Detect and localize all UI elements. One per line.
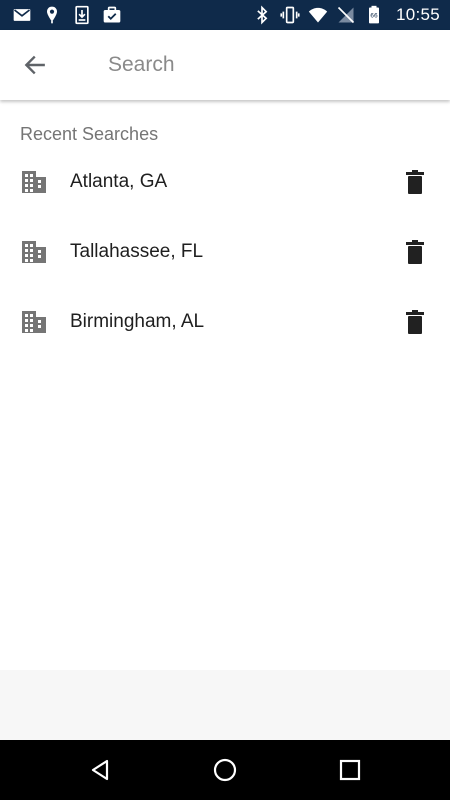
status-bar: 66 10:55 [0, 0, 450, 30]
arrow-back-icon [24, 55, 45, 75]
vibrate-icon [280, 6, 300, 24]
bottom-spacer [0, 670, 450, 740]
building-icon [22, 171, 46, 193]
delete-search-button[interactable] [400, 168, 430, 196]
main-content: Recent Searches Atlanta, GA Tallahassee,… [0, 100, 450, 670]
nav-recents-button[interactable] [334, 754, 366, 786]
recent-searches-title: Recent Searches [20, 124, 159, 144]
recent-search-label: Tallahassee, FL [70, 241, 204, 262]
recent-search-item[interactable]: Tallahassee, FL [0, 217, 450, 287]
back-triangle-icon [91, 759, 109, 781]
svg-text:66: 66 [370, 14, 378, 20]
briefcase-check-icon [103, 6, 121, 23]
status-time: 10:55 [395, 5, 440, 24]
location-pin-icon [47, 6, 57, 24]
search-input[interactable] [108, 48, 408, 82]
trash-icon [406, 170, 424, 194]
wifi-icon [308, 7, 328, 23]
status-bar-notifications [12, 4, 122, 26]
gmail-icon [13, 9, 31, 21]
trash-icon [406, 240, 424, 264]
building-icon [22, 241, 46, 263]
recents-square-icon [339, 759, 361, 781]
recent-search-item[interactable]: Atlanta, GA [0, 147, 450, 217]
back-button[interactable] [16, 46, 54, 84]
search-app-bar [0, 30, 450, 100]
delete-search-button[interactable] [400, 238, 430, 266]
recent-search-label: Birmingham, AL [70, 311, 205, 332]
home-circle-icon [213, 758, 237, 782]
battery-icon: 66 [368, 5, 379, 24]
trash-icon [406, 310, 424, 334]
delete-search-button[interactable] [400, 308, 430, 336]
recent-search-item[interactable]: Birmingham, AL [0, 287, 450, 357]
bluetooth-icon [257, 5, 268, 25]
download-icon [75, 5, 89, 25]
nav-home-button[interactable] [209, 754, 241, 786]
system-nav-bar [0, 740, 450, 800]
recent-search-label: Atlanta, GA [70, 171, 168, 192]
nav-back-button[interactable] [84, 754, 116, 786]
no-sim-icon [337, 6, 355, 24]
status-bar-system: 66 10:55 [252, 4, 440, 26]
building-icon [22, 311, 46, 333]
recent-searches-list: Atlanta, GA Tallahassee, FL Birmingham, … [0, 147, 450, 357]
